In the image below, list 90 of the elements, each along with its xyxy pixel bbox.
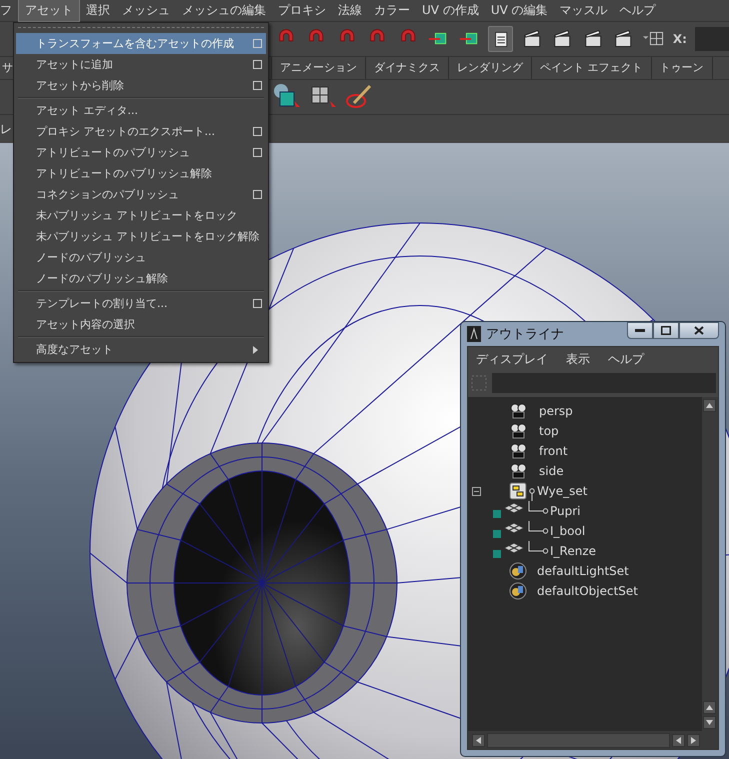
outliner-item[interactable]: I_bool	[550, 524, 586, 538]
scroll-left-button[interactable]	[472, 734, 485, 746]
menu-item[interactable]: 未パブリッシュ アトリビュートをロック解除	[16, 226, 266, 247]
minimize-icon	[635, 329, 645, 332]
menu-item[interactable]: UV の作成	[416, 0, 485, 21]
shelf-tab[interactable]: アニメーション	[272, 57, 366, 79]
left-arrow-icon	[476, 736, 481, 744]
minimize-button[interactable]	[627, 322, 653, 339]
document-icon[interactable]	[488, 26, 513, 52]
up-arrow-icon	[706, 705, 713, 710]
mesh-icon	[492, 522, 526, 540]
right-arrow-icon	[691, 736, 696, 744]
option-box-icon[interactable]	[253, 39, 262, 48]
option-box-icon[interactable]	[253, 190, 262, 199]
menu-item[interactable]: トランスフォームを含むアセットの作成	[16, 33, 266, 54]
paint-brush-icon[interactable]	[344, 83, 374, 111]
outliner-item[interactable]: top	[539, 424, 559, 438]
close-icon	[694, 326, 704, 335]
menu-item[interactable]: 表示	[566, 350, 590, 368]
menu-item[interactable]: メッシュ	[116, 0, 176, 21]
menu-item[interactable]: マッスル	[554, 0, 614, 21]
camera-icon	[509, 422, 529, 440]
window-title: アウトライナ	[486, 326, 565, 343]
menu-item[interactable]: アトリビュートのパブリッシュ	[16, 142, 266, 163]
panel-label: レ	[0, 120, 12, 138]
menu-item[interactable]: カラー	[368, 0, 416, 21]
scroll-down-button[interactable]	[703, 716, 716, 729]
menu-item[interactable]: プロキシ	[272, 0, 332, 21]
menu-item[interactable]: アセット エディタ...	[16, 100, 266, 121]
camera-icon	[509, 462, 529, 480]
menu-item[interactable]: 選択	[80, 0, 116, 21]
menu-item[interactable]: ノードのパブリッシュ	[16, 247, 266, 268]
menu-item[interactable]: アセットから削除	[16, 75, 266, 96]
shelf-tab[interactable]: ダイナミクス	[366, 57, 449, 79]
shelf-tab[interactable]: トゥーン	[652, 57, 712, 79]
menu-item[interactable]: メッシュの編集	[176, 0, 272, 21]
submenu-arrow-icon	[253, 346, 258, 354]
menu-item[interactable]: 未パブリッシュ アトリビュートをロック	[16, 205, 266, 226]
scroll-up-button[interactable]	[703, 701, 716, 714]
outliner-item[interactable]: side	[539, 464, 564, 478]
object-set-icon	[509, 582, 527, 600]
camera-icon	[509, 402, 529, 420]
menu-item[interactable]: テンプレートの割り当て...	[16, 293, 266, 314]
filter-field[interactable]	[492, 373, 716, 393]
shelf-tab[interactable]: レンダリング	[449, 57, 532, 79]
app-icon	[467, 326, 481, 342]
object-set-icon	[509, 562, 527, 580]
close-button[interactable]	[679, 322, 719, 339]
menu-item[interactable]: アトリビュートのパブリッシュ解除	[16, 163, 266, 184]
mesh-icon	[492, 502, 526, 520]
maximize-button[interactable]	[653, 322, 679, 339]
option-box-icon[interactable]	[253, 299, 262, 308]
scroll-left-button[interactable]	[672, 734, 685, 746]
left-arrow-icon	[676, 736, 681, 744]
menu-item[interactable]: アセット内容の選択	[16, 314, 266, 335]
menu-item[interactable]: アセット	[18, 0, 80, 22]
option-box-icon[interactable]	[253, 148, 262, 157]
set-icon	[509, 482, 527, 500]
outliner-item[interactable]: I_Renze	[550, 544, 596, 558]
menu-item[interactable]: UV の編集	[484, 0, 554, 21]
menu-item[interactable]: ヘルプ	[608, 350, 644, 368]
outliner-item[interactable]: Pupri	[550, 504, 581, 518]
outliner-item[interactable]: defaultObjectSet	[537, 584, 638, 598]
menu-item[interactable]: ヘルプ	[614, 0, 662, 21]
option-box-icon[interactable]	[253, 60, 262, 69]
outliner-item[interactable]: defaultLightSet	[537, 564, 629, 578]
mesh-icon	[492, 542, 526, 560]
outliner-item[interactable]: Wye_set	[537, 484, 588, 498]
collapse-toggle[interactable]	[472, 486, 481, 496]
menu-item[interactable]: アセットに追加	[16, 54, 266, 75]
menu-item[interactable]: ディスプレイ	[476, 350, 548, 368]
down-arrow-icon	[706, 720, 713, 725]
menu-item[interactable]: ノードのパブリッシュ解除	[16, 268, 266, 289]
up-arrow-icon	[706, 403, 713, 408]
menu-item[interactable]: プロキシ アセットのエクスポート...	[16, 121, 266, 142]
maximize-icon	[661, 326, 671, 335]
scroll-right-button[interactable]	[687, 734, 700, 746]
scroll-up-button[interactable]	[703, 399, 716, 412]
option-box-icon[interactable]	[253, 81, 262, 90]
outliner-item[interactable]: front	[539, 444, 568, 458]
menu-item[interactable]: 高度なアセット	[16, 339, 266, 360]
camera-icon	[509, 442, 529, 460]
menu-item[interactable]: コネクションのパブリッシュ	[16, 184, 266, 205]
menu-item[interactable]: フ	[0, 0, 18, 21]
outliner-item[interactable]: persp	[539, 404, 573, 418]
menu-item[interactable]: 法線	[332, 0, 368, 21]
option-box-icon[interactable]	[253, 127, 262, 136]
x-coordinate-field[interactable]	[694, 27, 729, 51]
x-coordinate-label: X:	[672, 32, 687, 46]
shelf-tab[interactable]: ペイント エフェクト	[532, 57, 652, 79]
